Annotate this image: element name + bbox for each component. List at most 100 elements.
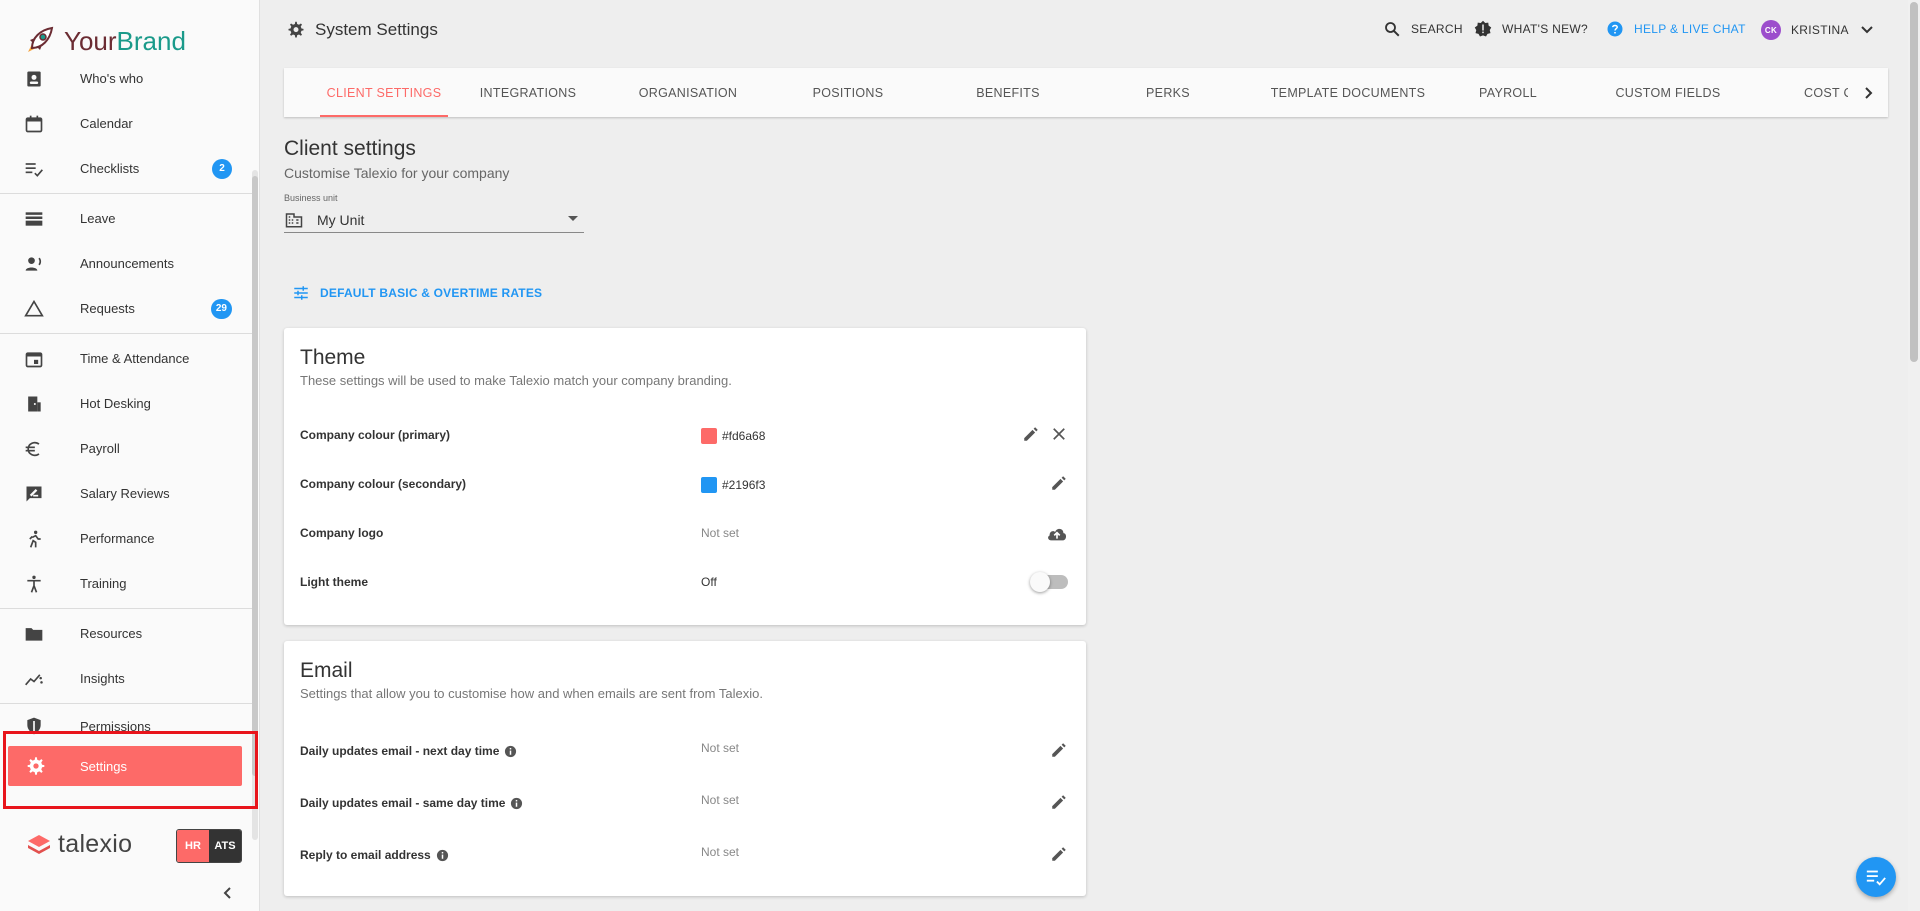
triangle-icon: [24, 299, 44, 316]
checklist-icon: [25, 162, 43, 177]
sidebar-item-checklists[interactable]: Checklists 2: [0, 146, 252, 191]
sidebar-item-hot-desking[interactable]: Hot Desking: [0, 381, 252, 426]
sidebar-item-label: Payroll: [80, 441, 120, 456]
ats-toggle[interactable]: ATS: [209, 830, 241, 862]
secondary-colour-row: Company colour (secondary) #2196f3: [284, 464, 1086, 504]
sidebar-item-requests[interactable]: Requests 29: [0, 286, 252, 331]
sidebar-item-label: Leave: [80, 211, 116, 226]
talexio-layers-icon: [28, 834, 50, 854]
info-icon[interactable]: [436, 849, 449, 862]
help-icon: [1607, 21, 1623, 37]
page-title: System Settings: [315, 20, 438, 39]
business-unit-select[interactable]: My Unit: [284, 207, 584, 233]
checklist-icon: [1866, 870, 1886, 886]
rate-review-icon: [26, 486, 42, 501]
sidebar-item-performance[interactable]: Performance: [0, 516, 252, 561]
sidebar-divider: [0, 333, 252, 334]
sidebar-item-leave[interactable]: Leave: [0, 196, 252, 241]
business-unit-value: My Unit: [317, 211, 365, 228]
sidebar-item-announcements[interactable]: Announcements: [0, 241, 252, 286]
hr-ats-switcher[interactable]: HR ATS: [176, 829, 242, 863]
runner-icon: [29, 530, 41, 548]
chevron-down-icon: [1861, 26, 1873, 34]
sidebar-item-time-attendance[interactable]: Time & Attendance: [0, 336, 252, 381]
sidebar-item-training[interactable]: Training: [0, 561, 252, 606]
building-icon: [285, 212, 303, 227]
sidebar-item-label: Salary Reviews: [80, 486, 170, 501]
edit-icon[interactable]: [1022, 425, 1040, 443]
company-logo-row: Company logo Not set: [284, 513, 1086, 553]
sidebar-item-label: Hot Desking: [80, 396, 151, 411]
sidebar-item-label: Requests: [80, 301, 135, 316]
checklist-fab-button[interactable]: [1856, 857, 1896, 897]
sidebar-item-label: Time & Attendance: [80, 351, 190, 366]
caret-down-icon: [568, 216, 578, 221]
tabs-scroll-right-button[interactable]: [1848, 68, 1888, 117]
email-title: Email: [300, 659, 353, 682]
settings-tabs: CLIENT SETTINGS INTEGRATIONS ORGANISATIO…: [284, 68, 1888, 117]
tab-payroll[interactable]: PAYROLL: [1448, 68, 1568, 117]
tab-template-documents[interactable]: TEMPLATE DOCUMENTS: [1248, 68, 1448, 117]
sidebar-item-calendar[interactable]: Calendar: [0, 101, 252, 146]
whats-new-button[interactable]: WHAT'S NEW?: [1474, 20, 1588, 38]
tab-benefits[interactable]: BENEFITS: [928, 68, 1088, 117]
megaphone-icon: [25, 256, 42, 271]
tab-organisation[interactable]: ORGANISATION: [608, 68, 768, 117]
brand-logo[interactable]: YourBrand: [22, 24, 186, 58]
tab-integrations[interactable]: INTEGRATIONS: [448, 68, 608, 117]
same-day-email-value: Not set: [701, 793, 740, 807]
tab-client-settings[interactable]: CLIENT SETTINGS: [320, 68, 448, 117]
sidebar-item-insights[interactable]: Insights: [0, 656, 252, 701]
tune-icon: [294, 286, 308, 300]
help-live-chat-button[interactable]: HELP & LIVE CHAT: [1606, 20, 1746, 38]
sidebar-nav: Who's who Calendar Checklists 2 Leave An…: [0, 56, 252, 786]
new-releases-icon: [1474, 20, 1492, 37]
email-card: Email Settings that allow you to customi…: [284, 641, 1086, 896]
chevron-left-icon[interactable]: [218, 883, 238, 903]
light-theme-toggle[interactable]: [1030, 572, 1068, 592]
top-header: System Settings SEARCH WHAT'S NEW? HELP …: [261, 0, 1920, 62]
next-day-email-value: Not set: [701, 741, 740, 755]
leave-icon: [25, 211, 43, 226]
sidebar-scrollbar-thumb[interactable]: [252, 176, 258, 776]
checklists-badge: 2: [212, 158, 232, 179]
tab-custom-fields[interactable]: CUSTOM FIELDS: [1568, 68, 1768, 117]
sidebar-item-salary-reviews[interactable]: Salary Reviews: [0, 471, 252, 516]
primary-colour-value: #fd6a68: [722, 429, 766, 443]
same-day-email-row: Daily updates email - same day time Not …: [284, 783, 1086, 823]
sidebar-item-whos-who[interactable]: Who's who: [0, 56, 252, 101]
company-logo-value: Not set: [701, 526, 740, 540]
cloud-upload-icon[interactable]: [1046, 523, 1068, 545]
main-scrollbar-thumb[interactable]: [1910, 2, 1918, 362]
sidebar-item-label: Checklists: [80, 161, 140, 176]
sidebar-item-resources[interactable]: Resources: [0, 611, 252, 656]
edit-icon[interactable]: [1050, 793, 1068, 811]
edit-icon[interactable]: [1050, 845, 1068, 863]
info-icon[interactable]: [510, 797, 523, 810]
sidebar-item-label: Resources: [80, 626, 143, 641]
theme-title: Theme: [300, 346, 366, 369]
theme-subtitle: These settings will be used to make Tale…: [300, 373, 732, 388]
search-button[interactable]: SEARCH: [1383, 20, 1463, 38]
tab-positions[interactable]: POSITIONS: [768, 68, 928, 117]
accessibility-icon: [27, 575, 41, 593]
edit-icon[interactable]: [1050, 474, 1068, 492]
door-icon: [28, 396, 41, 411]
trend-icon: [25, 673, 43, 685]
sidebar-item-label: Performance: [80, 531, 155, 546]
gear-icon: [288, 21, 304, 38]
edit-icon[interactable]: [1050, 741, 1068, 759]
reply-email-value: Not set: [701, 845, 740, 859]
sidebar-item-payroll[interactable]: Payroll: [0, 426, 252, 471]
default-rates-button[interactable]: DEFAULT BASIC & OVERTIME RATES: [292, 284, 542, 302]
user-menu-button[interactable]: CK KRISTINA: [1761, 20, 1875, 40]
sidebar-divider: [0, 193, 252, 194]
tab-perks[interactable]: PERKS: [1088, 68, 1248, 117]
sidebar-item-label: Training: [80, 576, 127, 591]
search-icon: [1385, 22, 1400, 37]
hr-toggle[interactable]: HR: [177, 830, 209, 862]
primary-colour-swatch: [701, 428, 717, 444]
close-icon[interactable]: [1050, 425, 1068, 443]
section-title: Client settings: [284, 137, 416, 160]
info-icon[interactable]: [504, 745, 517, 758]
